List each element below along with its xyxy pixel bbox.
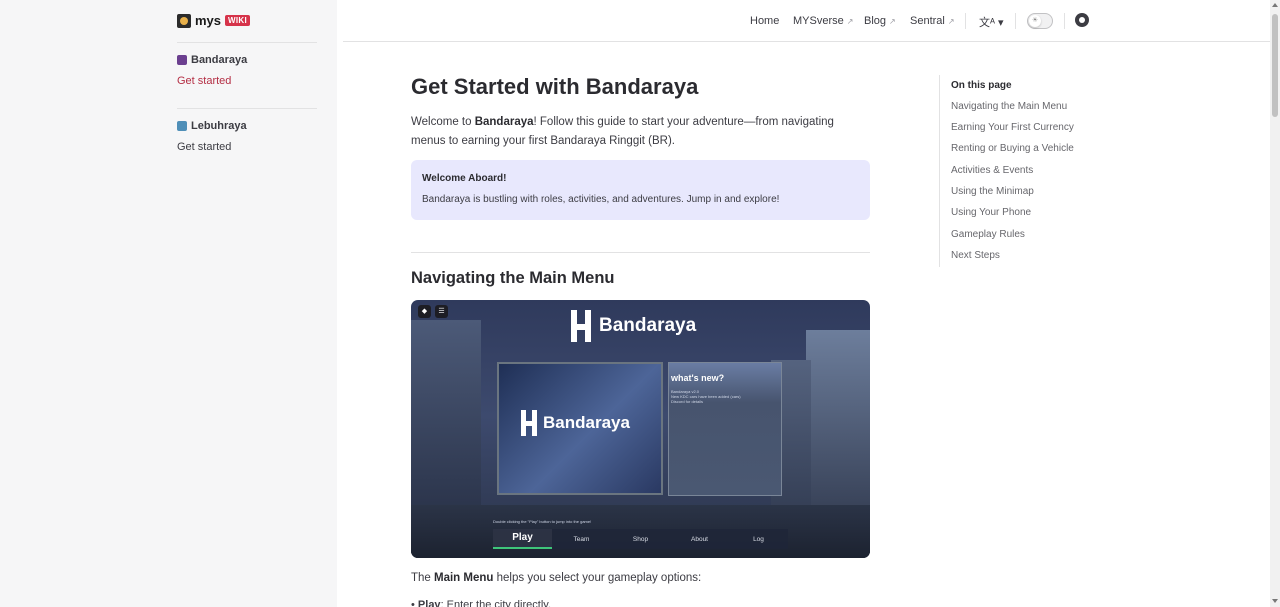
theme-toggle[interactable]: ☀	[1027, 13, 1053, 29]
sidebar: mys WIKI Bandaraya Get started Lebuhraya…	[0, 0, 337, 607]
logo-badge: WIKI	[225, 15, 251, 26]
toc-item[interactable]: Gameplay Rules	[951, 229, 1025, 240]
nav-home[interactable]: Home	[750, 15, 779, 27]
nav-blog[interactable]: Blog ↗	[864, 15, 896, 27]
section-divider	[411, 252, 870, 253]
sidebar-group-bandaraya[interactable]: Bandaraya	[177, 54, 247, 66]
nav-divider	[965, 13, 966, 29]
logo-text: mys	[195, 13, 222, 28]
list-item: • Play: Enter the city directly.	[411, 599, 551, 607]
nav-label: Home	[750, 15, 780, 27]
nav-sentral[interactable]: Sentral ↗	[910, 15, 955, 27]
toc-item[interactable]: Navigating the Main Menu	[951, 101, 1067, 112]
toc-item[interactable]: Renting or Buying a Vehicle	[951, 143, 1074, 154]
page-scrollbar[interactable]	[1270, 0, 1280, 607]
intro-bold: Bandaraya	[474, 116, 534, 128]
scroll-down-icon[interactable]	[1272, 599, 1278, 603]
intro-text: Welcome to	[411, 116, 475, 128]
translate-icon[interactable]: 文ᴬ ▾	[979, 14, 1004, 30]
scroll-up-icon[interactable]	[1272, 3, 1278, 7]
intro-paragraph: Welcome to Bandaraya! Follow this guide …	[411, 113, 871, 151]
game-splash-panel: Bandaraya	[497, 362, 663, 495]
sun-icon: ☀	[1029, 15, 1041, 27]
external-link-icon: ↗	[889, 16, 896, 26]
game-menu-play: Play	[493, 529, 552, 549]
page-title: Get Started with Bandaraya	[411, 74, 699, 99]
bandaraya-logo-icon	[571, 310, 591, 342]
toc-item[interactable]: Earning Your First Currency	[951, 122, 1074, 133]
main-menu-paragraph: The Main Menu helps you select your game…	[411, 572, 701, 584]
toc-item[interactable]: Activities & Events	[951, 165, 1033, 176]
para-text: The	[411, 572, 435, 584]
game-menu-log: Log	[753, 535, 764, 543]
highway-icon	[177, 121, 187, 131]
game-brand: Bandaraya	[571, 310, 696, 342]
callout-title: Welcome Aboard!	[422, 173, 507, 184]
bullet-text: : Enter the city directly.	[440, 599, 552, 607]
sidebar-group-lebuhraya[interactable]: Lebuhraya	[177, 120, 247, 132]
whats-new-text: Bandaraya v2.0 New KDC cars have been ad…	[671, 389, 779, 404]
panel-brand: Bandaraya	[521, 410, 630, 436]
site-logo[interactable]: mys WIKI	[177, 13, 251, 28]
hamburger-menu-icon: ☰	[435, 305, 448, 318]
game-hint-text: Double clicking the "Play" button to jum…	[493, 519, 592, 524]
nav-mysverse[interactable]: MYSverse ↗	[793, 15, 853, 27]
sidebar-divider	[177, 42, 317, 43]
nav-label: MYSverse	[793, 15, 844, 27]
external-link-icon: ↗	[947, 16, 955, 26]
game-top-icons: ◆ ☰	[418, 305, 448, 318]
city-night-icon	[177, 55, 187, 65]
callout-text: Bandaraya is bustling with roles, activi…	[422, 194, 780, 205]
game-menu-about: About	[691, 535, 708, 543]
section-heading: Navigating the Main Menu	[411, 269, 615, 287]
game-menu-shop: Shop	[632, 535, 649, 543]
nav-label: Blog	[864, 15, 887, 27]
mys-logo-icon	[177, 13, 191, 28]
nav-divider	[1015, 13, 1016, 29]
roblox-icon: ◆	[418, 305, 431, 318]
para-text: helps you select your gameplay options:	[493, 572, 702, 584]
game-brand-text: Bandaraya	[599, 315, 697, 336]
main-menu-screenshot: ◆ ☰ Bandaraya Bandaraya what's new? Band…	[411, 300, 870, 558]
toc-item[interactable]: Using Your Phone	[951, 207, 1031, 218]
sidebar-group-title: Lebuhraya	[191, 120, 247, 132]
toc-rail	[939, 75, 940, 267]
sidebar-item-bandaraya-get-started[interactable]: Get started	[177, 75, 231, 87]
para-bold: Main Menu	[434, 572, 494, 584]
toc-title: On this page	[951, 80, 1012, 91]
news-line: Discord for details	[671, 399, 704, 404]
toc-item[interactable]: Next Steps	[951, 250, 1000, 261]
scrollbar-thumb[interactable]	[1272, 14, 1278, 117]
panel-brand-text: Bandaraya	[543, 413, 630, 432]
game-menu-bar: Play Team Shop About Log	[493, 529, 788, 549]
info-callout: Welcome Aboard! Bandaraya is bustling wi…	[411, 160, 870, 220]
bandaraya-logo-icon	[521, 410, 537, 436]
sidebar-group-title: Bandaraya	[191, 54, 248, 66]
bullet-bold: Play	[417, 599, 441, 607]
nav-label: Sentral	[910, 15, 945, 27]
game-menu-team: Team	[573, 535, 590, 543]
toc-item[interactable]: Using the Minimap	[951, 186, 1034, 197]
sidebar-divider	[177, 108, 317, 109]
nav-divider	[1064, 13, 1065, 29]
github-icon[interactable]	[1075, 13, 1089, 27]
external-link-icon: ↗	[846, 16, 854, 26]
whats-new-panel: what's new? Bandaraya v2.0 New KDC cars …	[668, 362, 782, 496]
whats-new-title: what's new?	[671, 373, 725, 383]
sidebar-item-lebuhraya-get-started[interactable]: Get started	[177, 141, 231, 153]
